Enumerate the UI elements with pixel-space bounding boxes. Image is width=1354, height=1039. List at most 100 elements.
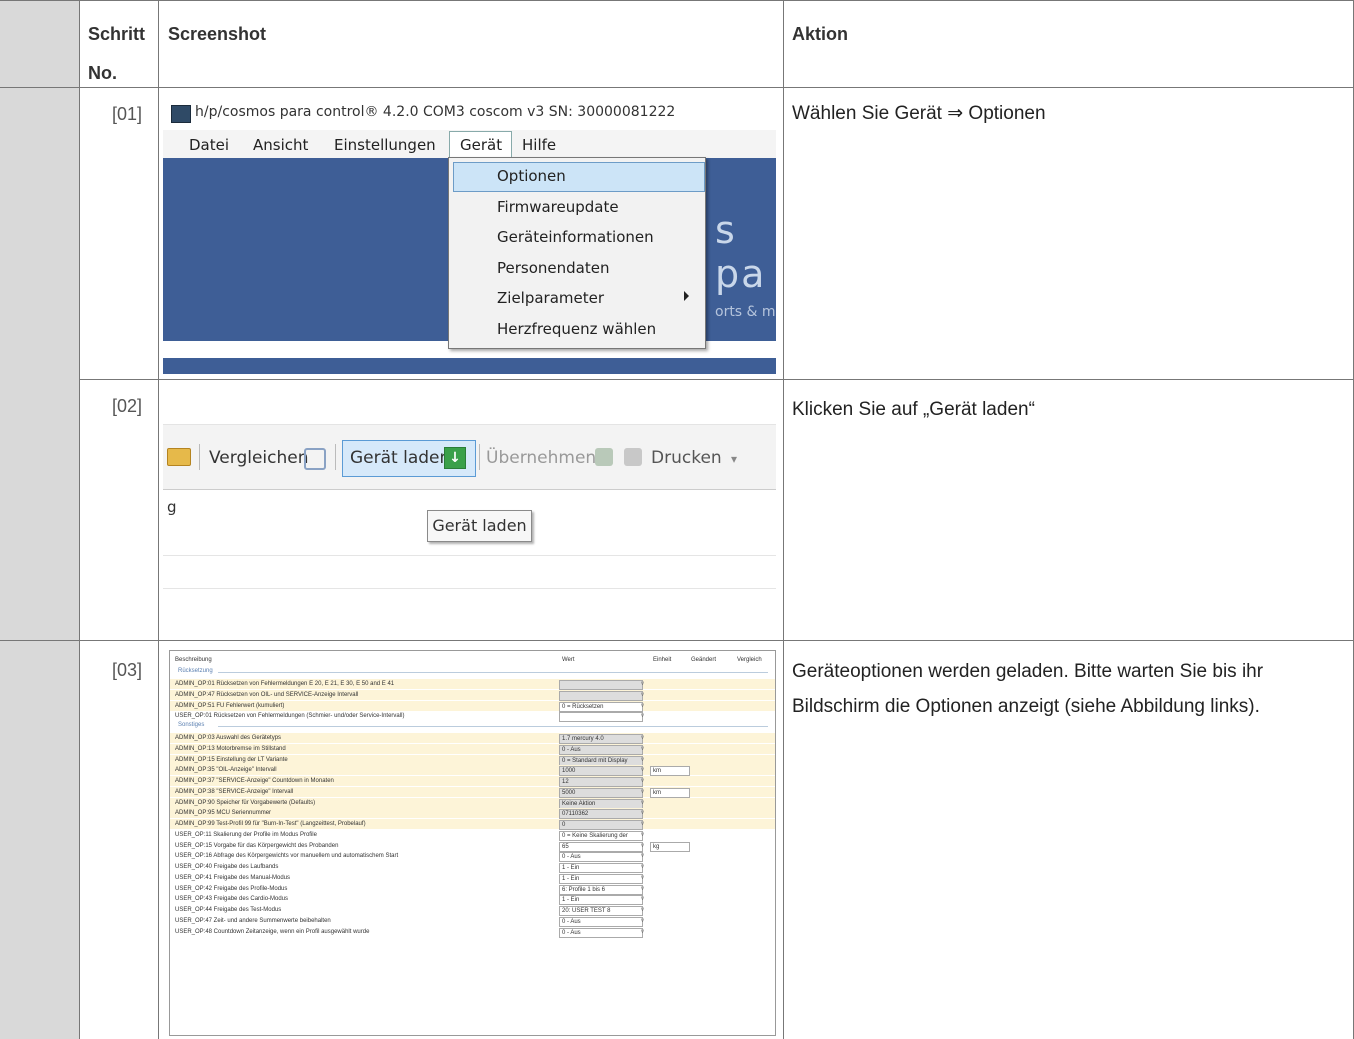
- chevron-down-icon[interactable]: v: [641, 789, 644, 795]
- option-value[interactable]: [559, 680, 643, 690]
- option-value[interactable]: 1000: [559, 766, 643, 777]
- option-row[interactable]: USER_OP:47 Zeit- und andere Summenwerte …: [170, 916, 775, 927]
- option-value[interactable]: [559, 690, 643, 701]
- option-value[interactable]: Keine Aktion: [559, 798, 643, 809]
- chevron-down-icon[interactable]: v: [641, 692, 644, 698]
- option-row[interactable]: ADMIN_OP:15 Einstellung der LT Variante 0…: [170, 754, 775, 766]
- option-row[interactable]: ADMIN_OP:51 FU Fehlerwert (kumuliert) 0 =…: [170, 700, 775, 712]
- chevron-down-icon[interactable]: v: [641, 713, 644, 719]
- menu-datei[interactable]: Datei: [189, 136, 229, 154]
- chevron-down-icon[interactable]: v: [641, 864, 644, 870]
- option-row[interactable]: USER_OP:43 Freigabe des Cardio-Modus 1 - …: [170, 894, 775, 906]
- option-value[interactable]: 0: [559, 820, 643, 830]
- option-value[interactable]: 12: [559, 777, 643, 787]
- option-row[interactable]: USER_OP:16 Abfrage des Körpergewichts vo…: [170, 851, 775, 863]
- option-row[interactable]: ADMIN_OP:47 Rücksetzen von OIL- und SERV…: [170, 689, 775, 701]
- option-row[interactable]: USER_OP:42 Freigabe des Profile-Modus 6: …: [170, 884, 775, 895]
- chevron-down-icon[interactable]: v: [641, 918, 644, 924]
- option-unit[interactable]: km: [650, 787, 690, 798]
- chevron-down-icon[interactable]: v: [641, 886, 644, 892]
- chevron-down-icon[interactable]: v: [641, 896, 644, 902]
- app-icon: [171, 105, 191, 123]
- option-row[interactable]: ADMIN_OP:01 Rücksetzen von Fehlermeldung…: [170, 679, 775, 690]
- header-screenshot: Screenshot: [168, 24, 267, 44]
- chevron-down-icon[interactable]: v: [641, 929, 644, 935]
- chevron-down-icon[interactable]: v: [641, 821, 644, 827]
- option-description: ADMIN_OP:38 "SERVICE-Anzeige" Intervall: [175, 788, 294, 795]
- option-row[interactable]: USER_OP:01 Rücksetzen von Fehlermeldunge…: [170, 711, 775, 723]
- menu-item-geraeteinformationen[interactable]: Geräteinformationen: [497, 228, 654, 246]
- col-unit: Einheit: [653, 657, 672, 663]
- option-row[interactable]: USER_OP:40 Freigabe des Laufbands 1 - Ein…: [170, 862, 775, 873]
- menu-einstellungen[interactable]: Einstellungen: [334, 136, 436, 154]
- chevron-down-icon[interactable]: v: [641, 746, 644, 752]
- menu-item-optionen[interactable]: Optionen: [497, 167, 566, 185]
- chevron-down-icon[interactable]: v: [641, 703, 644, 709]
- load-device-button[interactable]: Gerät laden: [350, 448, 450, 468]
- option-row[interactable]: ADMIN_OP:90 Speicher für Vorgabewerte (D…: [170, 797, 775, 809]
- menu-item-herzfrequenz[interactable]: Herzfrequenz wählen: [497, 320, 656, 338]
- chevron-down-icon[interactable]: v: [641, 735, 644, 741]
- option-value[interactable]: 6: Profile 1 bis 6: [559, 884, 643, 895]
- chevron-down-icon[interactable]: v: [641, 843, 644, 849]
- chevron-down-icon[interactable]: v: [641, 767, 644, 773]
- option-value[interactable]: 0 = Standard mit Display: [559, 755, 643, 766]
- option-description: ADMIN_OP:03 Auswahl des Gerätetyps: [175, 735, 282, 741]
- screenshot-menu-geraet: h/p/cosmos para control® 4.2.0 COM3 cosc…: [163, 96, 776, 374]
- option-row[interactable]: USER_OP:15 Vorgabe für das Körpergewicht…: [170, 841, 775, 852]
- option-row[interactable]: ADMIN_OP:99 Test-Profil 99 für "Burn-In-…: [170, 819, 775, 830]
- menu-item-zielparameter[interactable]: Zielparameter: [497, 289, 604, 307]
- chevron-down-icon[interactable]: v: [641, 875, 644, 881]
- chevron-down-icon[interactable]: v: [641, 810, 644, 816]
- option-row[interactable]: ADMIN_OP:38 "SERVICE-Anzeige" Intervall 5…: [170, 786, 775, 798]
- option-value[interactable]: 65: [559, 841, 643, 852]
- menu-ansicht[interactable]: Ansicht: [253, 136, 308, 154]
- option-value[interactable]: 0 - Aus: [559, 852, 643, 863]
- option-row[interactable]: ADMIN_OP:95 MCU Seriennummer 07110362 v: [170, 808, 775, 820]
- option-unit[interactable]: kg: [650, 841, 690, 852]
- option-value[interactable]: 0 - Aus: [559, 916, 643, 927]
- option-value[interactable]: 0 - Aus: [559, 927, 643, 938]
- option-description: ADMIN_OP:99 Test-Profil 99 für "Burn-In-…: [175, 821, 366, 827]
- menu-geraet[interactable]: Gerät: [460, 136, 502, 154]
- option-value[interactable]: 1.7 mercury 4.0: [559, 734, 643, 744]
- apply-button[interactable]: Übernehmen: [486, 448, 596, 468]
- option-row[interactable]: USER_OP:11 Skalierung der Profile im Mod…: [170, 830, 775, 841]
- option-value[interactable]: 0 = Keine Skalierung der: [559, 830, 643, 841]
- option-value[interactable]: 0 = Rücksetzen: [559, 701, 643, 712]
- option-value[interactable]: [559, 712, 643, 723]
- option-value[interactable]: 1 - Ein: [559, 863, 643, 873]
- option-row[interactable]: USER_OP:41 Freigabe des Manual-Modus 1 - …: [170, 873, 775, 884]
- option-row[interactable]: ADMIN_OP:35 "OIL-Anzeige" Intervall 1000 v…: [170, 765, 775, 777]
- menu-hilfe[interactable]: Hilfe: [522, 136, 556, 154]
- folder-icon[interactable]: [167, 448, 191, 466]
- option-value[interactable]: 0 - Aus: [559, 744, 643, 755]
- option-unit[interactable]: km: [650, 766, 690, 777]
- chevron-down-icon[interactable]: v: [641, 832, 644, 838]
- chevron-down-icon[interactable]: v: [641, 907, 644, 913]
- option-row[interactable]: USER_OP:48 Countdown Zeitanzeige, wenn e…: [170, 927, 775, 938]
- print-dropdown-icon[interactable]: ▾: [731, 452, 737, 466]
- print-button[interactable]: Drucken: [651, 448, 722, 468]
- option-value[interactable]: 5000: [559, 787, 643, 798]
- option-description: USER_OP:11 Skalierung der Profile im Mod…: [175, 831, 317, 838]
- chevron-down-icon[interactable]: v: [641, 800, 644, 806]
- chevron-down-icon[interactable]: v: [641, 853, 644, 859]
- compare-button[interactable]: Vergleichen: [209, 448, 309, 468]
- menu-item-personendaten[interactable]: Personendaten: [497, 259, 609, 277]
- option-description: USER_OP:43 Freigabe des Cardio-Modus: [175, 896, 289, 903]
- menu-item-firmwareupdate[interactable]: Firmwareupdate: [497, 198, 619, 216]
- chevron-down-icon[interactable]: v: [641, 757, 644, 763]
- option-row[interactable]: ADMIN_OP:03 Auswahl des Gerätetyps 1.7 me…: [170, 733, 775, 744]
- window-title: h/p/cosmos para control® 4.2.0 COM3 cosc…: [195, 104, 676, 120]
- option-value[interactable]: 20: USER TEST 8: [559, 906, 643, 916]
- chevron-down-icon[interactable]: v: [641, 681, 644, 687]
- option-value[interactable]: 1 - Ein: [559, 895, 643, 906]
- option-value[interactable]: 07110362: [559, 809, 643, 820]
- option-value[interactable]: 1 - Ein: [559, 873, 643, 884]
- chevron-down-icon[interactable]: v: [641, 778, 644, 784]
- option-row[interactable]: ADMIN_OP:37 "SERVICE-Anzeige" Countdown …: [170, 776, 775, 787]
- step-number-03: [03]: [111, 660, 142, 680]
- option-row[interactable]: ADMIN_OP:13 Motorbremse im Stillstand 0 -…: [170, 743, 775, 755]
- option-row[interactable]: USER_OP:44 Freigabe des Test-Modus 20: US…: [170, 905, 775, 916]
